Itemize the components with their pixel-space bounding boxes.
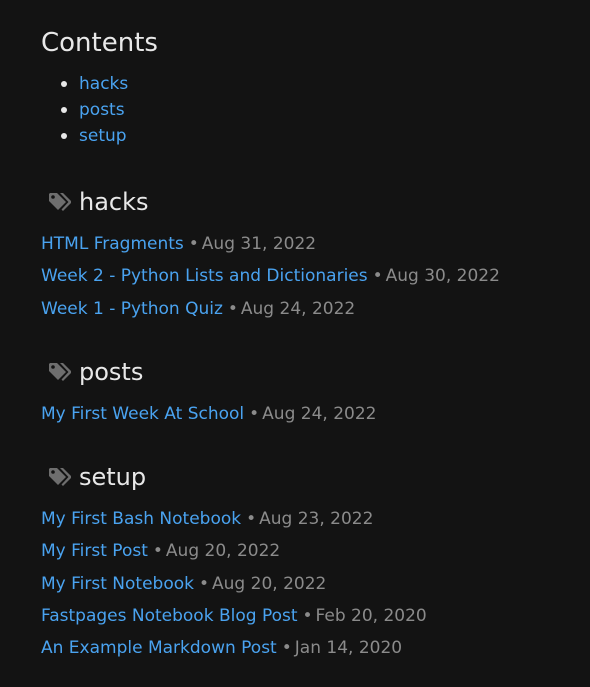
bullet-icon [61, 81, 67, 87]
separator: • [227, 298, 238, 319]
post-item: Fastpages Notebook Blog Post • Feb 20, 202… [41, 600, 427, 632]
bullet-icon [61, 133, 67, 139]
tag-section-posts: posts My First Week At School • Aug 24, 20… [41, 354, 376, 430]
contents-title: Contents [41, 28, 158, 58]
section-heading-label: setup [79, 463, 147, 491]
post-date: Aug 31, 2022 [201, 234, 317, 254]
post-item: Week 1 - Python Quiz • Aug 24, 2022 [41, 293, 500, 325]
post-item: HTML Fragments • Aug 31, 2022 [41, 228, 500, 260]
tags-page: Contents hacks posts setup [0, 0, 590, 149]
contents-list: hacks posts setup [41, 71, 590, 149]
post-date: Aug 20, 2022 [212, 573, 327, 594]
post-link[interactable]: My First Post [41, 541, 148, 561]
post-date: Aug 23, 2022 [259, 509, 374, 529]
section-heading-setup: setup [41, 459, 427, 495]
post-item: Week 2 - Python Lists and Dictionaries • A… [41, 260, 500, 292]
tag-section-hacks: hacks HTML Fragments • Aug 31, 2022 Week 2… [41, 184, 500, 325]
post-item: My First Bash Notebook • Aug 23, 2022 [41, 503, 427, 535]
post-link[interactable]: An Example Markdown Post [41, 638, 277, 658]
separator: • [199, 573, 210, 594]
post-link[interactable]: My First Notebook [41, 574, 194, 594]
section-heading-hacks: hacks [41, 184, 500, 220]
post-date: Aug 30, 2022 [385, 266, 500, 287]
separator: • [188, 234, 199, 254]
post-link[interactable]: Week 1 - Python Quiz [41, 299, 223, 319]
separator: • [249, 404, 260, 424]
tags-icon [49, 363, 71, 381]
post-date: Aug 24, 2022 [240, 298, 356, 319]
post-date: Feb 20, 2020 [315, 605, 427, 626]
post-date: Aug 20, 2022 [165, 541, 281, 562]
contents-link-hacks[interactable]: hacks [79, 74, 128, 94]
bullet-icon [61, 107, 67, 113]
post-date: Jan 14, 2020 [294, 638, 403, 659]
post-link[interactable]: Week 2 - Python Lists and Dictionaries [41, 266, 368, 286]
tags-icon [49, 468, 71, 486]
section-heading-label: hacks [79, 188, 149, 216]
section-heading-label: posts [79, 358, 144, 386]
post-item: An Example Markdown Post • Jan 14, 2020 [41, 632, 427, 664]
post-list: HTML Fragments • Aug 31, 2022 Week 2 - Pyt… [41, 228, 500, 325]
separator: • [281, 638, 292, 659]
post-item: My First Post • Aug 20, 2022 [41, 535, 427, 567]
tag-section-setup: setup My First Bash Notebook • Aug 23, 202… [41, 459, 427, 664]
post-list: My First Bash Notebook • Aug 23, 2022 My F… [41, 503, 427, 664]
post-date: Aug 24, 2022 [262, 404, 377, 424]
separator: • [372, 266, 383, 287]
separator: • [246, 509, 257, 529]
contents-link-setup[interactable]: setup [79, 126, 127, 146]
separator: • [152, 541, 163, 562]
post-link[interactable]: My First Bash Notebook [41, 509, 241, 529]
separator: • [302, 605, 313, 626]
post-link[interactable]: Fastpages Notebook Blog Post [41, 606, 298, 626]
contents-item: hacks [61, 71, 590, 97]
tags-icon [49, 193, 71, 211]
contents-link-posts[interactable]: posts [79, 100, 125, 120]
post-item: My First Notebook • Aug 20, 2022 [41, 568, 427, 600]
post-item: My First Week At School • Aug 24, 2022 [41, 398, 376, 430]
section-heading-posts: posts [41, 354, 376, 390]
post-link[interactable]: HTML Fragments [41, 234, 184, 254]
contents-item: setup [61, 123, 590, 149]
post-link[interactable]: My First Week At School [41, 404, 244, 424]
contents-item: posts [61, 97, 590, 123]
post-list: My First Week At School • Aug 24, 2022 [41, 398, 376, 430]
